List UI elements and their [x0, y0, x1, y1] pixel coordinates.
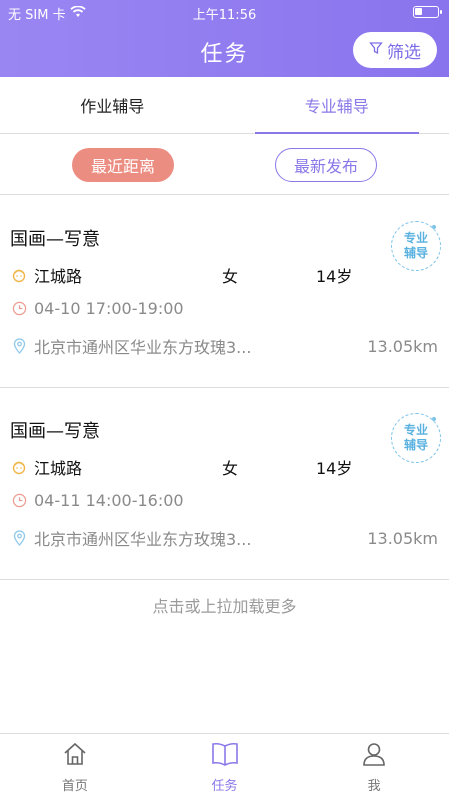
task-gender: 女 [222, 459, 239, 478]
badge-line: 辅导 [403, 246, 428, 260]
nav-tasks-label: 任务 [211, 778, 238, 794]
task-address-row: 北京市通州区华业东方玫瑰3... 13.05km [10, 334, 438, 358]
tab-bar: 作业辅导 专业辅导 [0, 77, 449, 134]
status-bar: 无 SIM 卡 上午11:56 [0, 0, 449, 24]
task-info-row: 江城路 女 14岁 [10, 455, 430, 479]
task-gender: 女 [222, 267, 239, 286]
battery-icon [413, 6, 442, 18]
filter-label: 筛选 [387, 42, 421, 63]
task-location: 江城路 [34, 267, 83, 286]
header: 无 SIM 卡 上午11:56 任务 筛选 [0, 0, 449, 77]
task-address-row: 北京市通州区华业东方玫瑰3... 13.05km [10, 526, 438, 550]
task-time: 04-10 17:00-19:00 [34, 299, 184, 318]
task-name: 国画—写意 [10, 229, 100, 250]
nav-me-label: 我 [367, 778, 381, 794]
badge-line: 专业 [403, 231, 428, 245]
sort-bar: 最近距离 最新发布 [0, 134, 449, 195]
book-icon [211, 741, 239, 771]
nav-home-label: 首页 [61, 778, 88, 794]
task-time-row: 04-11 14:00-16:00 [10, 491, 184, 510]
task-age: 14岁 [316, 459, 353, 478]
sort-newest-button[interactable]: 最新发布 [275, 148, 377, 182]
filter-icon [369, 40, 383, 60]
sort-nearest-button[interactable]: 最近距离 [72, 148, 174, 182]
load-more-button[interactable]: 点击或上拉加载更多 [0, 580, 449, 630]
task-distance: 13.05km [367, 336, 438, 356]
task-address: 北京市通州区华业东方玫瑰3... [34, 338, 252, 357]
status-time: 上午11:56 [192, 8, 257, 23]
home-icon [62, 741, 88, 771]
task-info-row: 江城路 女 14岁 [10, 263, 430, 287]
task-age: 14岁 [316, 267, 353, 286]
location-pin-icon [10, 529, 28, 547]
location-pin-icon [10, 337, 28, 355]
bottom-nav: 首页 任务 我 [0, 733, 449, 800]
task-card[interactable]: 国画—写意 专业 辅导 江城路 女 14岁 04-10 17:00-19:00 … [0, 195, 449, 388]
task-name: 国画—写意 [10, 421, 100, 442]
task-distance: 13.05km [367, 528, 438, 548]
nav-home[interactable]: 首页 [0, 734, 150, 800]
clock-icon [10, 300, 28, 318]
task-address: 北京市通州区华业东方玫瑰3... [34, 530, 252, 549]
task-time-row: 04-10 17:00-19:00 [10, 299, 184, 318]
student-icon [10, 266, 28, 284]
task-time: 04-11 14:00-16:00 [34, 491, 184, 510]
tab-professional[interactable]: 专业辅导 [225, 77, 449, 134]
task-location: 江城路 [34, 459, 83, 478]
badge-line: 辅导 [403, 438, 428, 452]
task-card[interactable]: 国画—写意 专业 辅导 江城路 女 14岁 04-11 14:00-16:00 … [0, 387, 449, 580]
badge-line: 专业 [403, 423, 428, 437]
student-icon [10, 458, 28, 476]
filter-button[interactable]: 筛选 [353, 32, 437, 68]
user-icon [361, 741, 387, 771]
nav-tasks[interactable]: 任务 [150, 734, 300, 800]
nav-me[interactable]: 我 [299, 734, 449, 800]
clock-icon [10, 492, 28, 510]
tab-homework[interactable]: 作业辅导 [0, 77, 225, 133]
